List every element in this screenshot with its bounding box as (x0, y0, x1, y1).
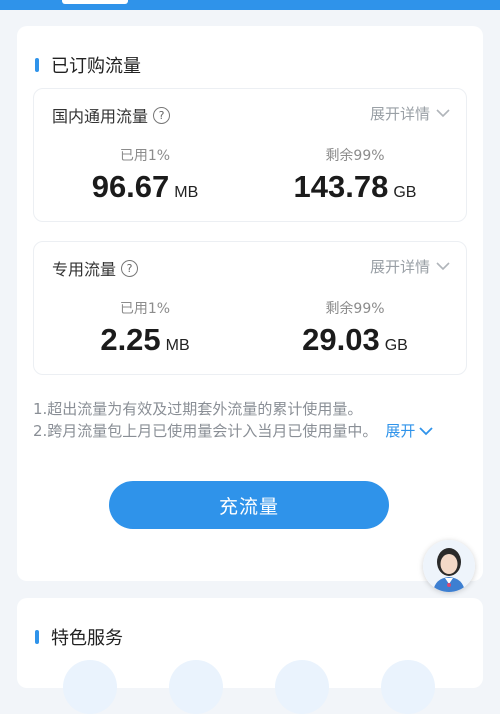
purchased-title: 已订购流量 (51, 56, 141, 77)
used-unit: MB (165, 337, 190, 354)
remaining-label: 剩余99% (325, 301, 385, 317)
special-traffic-card: 专用流量 ? 展开详情 已用1% 2.25 MB 剩余99% 29.03 GB (33, 241, 467, 375)
used-unit: MB (174, 184, 199, 201)
assistant-portrait-icon (423, 540, 475, 592)
remaining-unit: GB (384, 337, 408, 354)
remaining-value: 29.03 (302, 322, 380, 357)
purchased-traffic-panel: 已订购流量 国内通用流量 ? 展开详情 已用1% 96.67 MB 剩余99% 1… (17, 26, 483, 581)
note-text: 2.跨月流量包上月已使用量会计入当月已使用量中。 (33, 422, 378, 440)
used-value: 2.25 (100, 322, 161, 357)
remaining-value-row: 143.78 GB (250, 169, 460, 205)
help-circle-icon[interactable]: ? (121, 259, 139, 277)
services-title: 特色服务 (51, 628, 123, 649)
note-text: 1.超出流量为有效及过期套外流量的累计使用量。 (33, 400, 363, 418)
chevron-down-icon (419, 426, 433, 435)
note-line: 2.跨月流量包上月已使用量会计入当月已使用量中。 展开 (33, 420, 433, 442)
expand-details-button[interactable]: 展开详情 (370, 256, 450, 277)
expand-details-label: 展开详情 (369, 105, 430, 123)
used-stat: 已用1% 2.25 MB (40, 298, 250, 358)
service-icon-circle[interactable] (169, 660, 223, 714)
used-value-row: 96.67 MB (40, 169, 250, 205)
note-line: 1.超出流量为有效及过期套外流量的累计使用量。 (33, 398, 433, 420)
expand-details-label: 展开详情 (369, 258, 430, 276)
card-label: 专用流量 (52, 260, 117, 279)
assistant-avatar[interactable] (423, 540, 475, 592)
remaining-unit: GB (393, 184, 417, 201)
remaining-value: 143.78 (293, 169, 389, 204)
help-circle-icon[interactable]: ? (153, 106, 171, 124)
remaining-value-row: 29.03 GB (250, 322, 460, 358)
remaining-stat: 剩余99% 143.78 GB (250, 145, 460, 205)
title-accent-bar (35, 630, 39, 644)
remaining-label: 剩余99% (325, 148, 385, 164)
used-label: 已用1% (119, 148, 171, 164)
usage-notes: 1.超出流量为有效及过期套外流量的累计使用量。 2.跨月流量包上月已使用量会计入… (33, 398, 433, 442)
expand-details-button[interactable]: 展开详情 (370, 103, 450, 124)
service-icon-circle[interactable] (381, 660, 435, 714)
notes-expand-link[interactable]: 展开 (385, 420, 433, 442)
card-header: 国内通用流量 ? (52, 103, 171, 127)
recharge-traffic-button[interactable]: 充流量 (109, 481, 389, 529)
chevron-down-icon (436, 262, 450, 271)
featured-services-panel: 特色服务 (17, 598, 483, 714)
used-stat: 已用1% 96.67 MB (40, 145, 250, 205)
services-section-title: 特色服务 (35, 624, 123, 650)
used-label: 已用1% (119, 301, 171, 317)
remaining-stat: 剩余99% 29.03 GB (250, 298, 460, 358)
card-label: 国内通用流量 (52, 107, 149, 126)
title-accent-bar (35, 58, 39, 72)
service-icon-circle[interactable] (63, 660, 117, 714)
section-title: 已订购流量 (35, 52, 141, 78)
top-tab-indicator (62, 0, 128, 4)
card-header: 专用流量 ? (52, 256, 139, 280)
service-icon-circle[interactable] (275, 660, 329, 714)
used-value: 96.67 (91, 169, 170, 204)
notes-expand-label: 展开 (385, 422, 416, 440)
domestic-traffic-card: 国内通用流量 ? 展开详情 已用1% 96.67 MB 剩余99% 143.78 G… (33, 88, 467, 222)
chevron-down-icon (436, 109, 450, 118)
used-value-row: 2.25 MB (40, 322, 250, 358)
